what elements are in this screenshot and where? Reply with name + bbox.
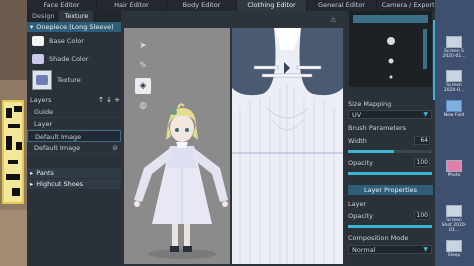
base-color-row[interactable]: Base Color (27, 32, 121, 50)
pen-icon[interactable]: ✎ (135, 58, 151, 74)
texture-label: Texture (57, 76, 81, 84)
sub-tab-bar: Design Texture (27, 11, 121, 22)
tab-body-editor[interactable]: Body Editor (167, 0, 237, 11)
size-mapping-select[interactable]: UV ▼ (348, 110, 432, 119)
eraser-icon[interactable]: ◈ (135, 78, 151, 94)
desktop-file-icon[interactable]: Screen Shot 2020-01... (441, 205, 467, 233)
tab-texture[interactable]: Texture (59, 11, 94, 22)
layer-opacity-label: Opacity (348, 212, 374, 220)
layer-item-default-image[interactable]: Default Image ⊘ (27, 142, 121, 154)
tab-general-editor[interactable]: General Editor (307, 0, 377, 11)
move-down-icon[interactable]: ↓ (105, 96, 113, 104)
section-title: Pants (36, 169, 54, 177)
composition-mode-select[interactable]: Normal ▼ (348, 245, 432, 254)
desktop-left-background (0, 0, 27, 266)
brush-preview (349, 11, 432, 87)
opacity-input[interactable]: 100 (414, 158, 430, 167)
layer-opacity-slider-fill (348, 225, 432, 228)
opacity-label: Opacity (348, 159, 374, 167)
chevron-down-icon: ▼ (423, 111, 428, 118)
desktop-file-icon[interactable]: Sleep (441, 240, 467, 258)
tab-hair-editor[interactable]: Hair Editor (97, 0, 167, 11)
texture-row[interactable]: Texture (27, 68, 121, 92)
layer-name: Default Image (34, 144, 81, 152)
chevron-down-icon: ▼ (423, 246, 428, 253)
opacity-slider-fill (348, 172, 432, 175)
bucket-fill-icon[interactable]: ◍ (135, 98, 151, 114)
composition-mode-value: Normal (352, 246, 376, 254)
shade-color-label: Shade Color (49, 55, 89, 63)
editor-tab-bar: Face Editor Hair Editor Body Editor Clot… (27, 0, 447, 11)
desktop-file-icon[interactable]: Screen 2020-0... (441, 70, 467, 93)
layers-label: Layers (30, 96, 52, 104)
clothing-texture-panel: Design Texture ▾ Onepiece (Long Sleeve) … (27, 11, 121, 266)
select-cursor-icon[interactable]: ➤ (135, 38, 151, 54)
texture-thumbnail[interactable] (32, 70, 52, 90)
width-slider[interactable] (348, 150, 432, 153)
layer-opacity-slider[interactable] (348, 225, 432, 228)
visibility-hidden-icon[interactable]: ⊘ (112, 142, 118, 154)
size-mapping-value: UV (352, 111, 362, 119)
layer-item-guide[interactable]: Guide (27, 106, 121, 118)
shade-color-row[interactable]: Shade Color (27, 50, 121, 68)
warning-icon[interactable]: ⚠ (330, 16, 340, 25)
app-screen: Face Editor Hair Editor Body Editor Clot… (0, 0, 474, 266)
tab-clothing-editor[interactable]: Clothing Editor (237, 0, 307, 11)
uv-texture-image (232, 28, 343, 264)
section-header-pants[interactable]: ▸ Pants (27, 168, 121, 178)
tab-design[interactable]: Design (27, 11, 59, 22)
desktop-left-stripe (0, 210, 27, 266)
move-up-icon[interactable]: ↑ (97, 96, 105, 104)
base-color-swatch[interactable] (32, 36, 44, 46)
layer-item-layer[interactable]: Layer (27, 118, 121, 130)
section-title: Onepiece (Long Sleeve) (36, 23, 114, 31)
chevron-right-icon: ▸ (30, 180, 34, 188)
width-slider-fill (348, 150, 395, 153)
width-label: Width (348, 137, 367, 145)
uv-texture-canvas[interactable] (232, 28, 343, 264)
opacity-slider[interactable] (348, 172, 432, 175)
layer-opacity-input[interactable]: 100 (414, 211, 430, 220)
desktop-folder-icon[interactable]: New Fold (441, 100, 467, 118)
width-input[interactable]: 64 (414, 136, 430, 145)
layers-header: Layers ↑ ↓ + (27, 94, 121, 106)
chevron-right-icon: ▸ (30, 169, 34, 177)
section-title: Highcut Shoes (36, 180, 84, 188)
layer-properties-header[interactable]: Layer Properties (348, 185, 433, 195)
drawing-toolbar: ➤ ✎ ◈ ◍ (133, 38, 153, 120)
composition-mode-label: Composition Mode (348, 234, 409, 242)
desktop-file-icon[interactable]: Photo (441, 160, 467, 178)
desktop-left-shadow (0, 0, 27, 80)
section-header-onepiece[interactable]: ▾ Onepiece (Long Sleeve) (27, 22, 121, 32)
base-color-label: Base Color (49, 37, 84, 45)
add-layer-icon[interactable]: + (113, 96, 121, 104)
pixel-art-image (2, 100, 24, 204)
layer-item-default-image-selected[interactable]: Default Image (27, 130, 121, 142)
layer-label: Layer (348, 200, 367, 208)
layer-name: Default Image (35, 133, 82, 141)
desktop-right-background: Screen S 2020-01... Screen 2020-0... New… (435, 0, 474, 266)
chevron-down-icon: ▾ (30, 23, 34, 31)
desktop-file-icon[interactable]: Screen S 2020-01... (441, 36, 467, 59)
shade-color-swatch[interactable] (32, 54, 44, 64)
brush-parameters-label: Brush Parameters (348, 124, 407, 132)
section-header-highcut-shoes[interactable]: ▸ Highcut Shoes (27, 179, 121, 189)
tab-face-editor[interactable]: Face Editor (27, 0, 97, 11)
size-mapping-label: Size Mapping (348, 100, 392, 108)
